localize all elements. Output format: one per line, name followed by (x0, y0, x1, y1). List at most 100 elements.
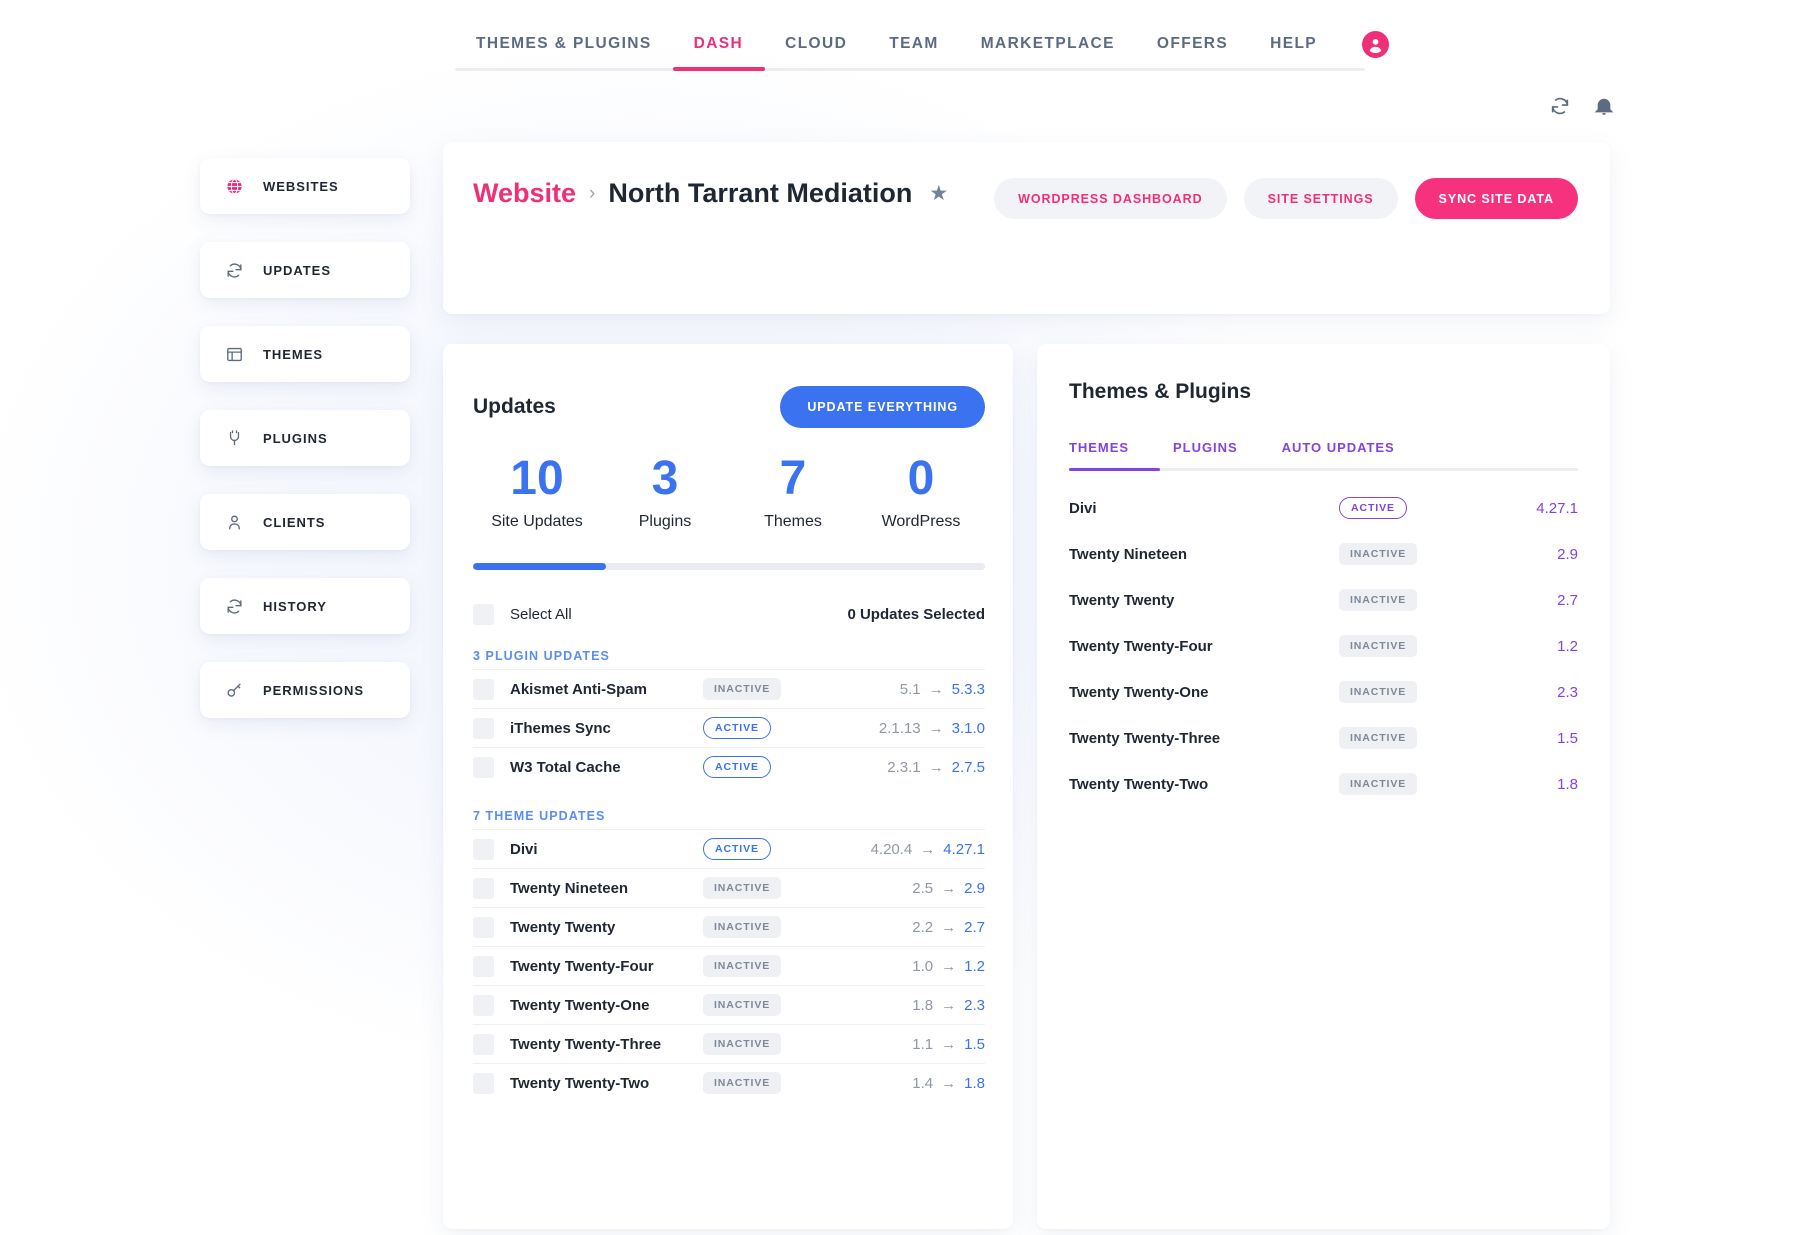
arrow-icon: → (941, 958, 956, 975)
version-old: 5.1 (900, 681, 921, 698)
row-checkbox[interactable] (473, 839, 494, 860)
update-everything-button[interactable]: UPDATE EVERYTHING (780, 386, 985, 428)
top-nav-divider (455, 68, 1365, 71)
row-checkbox[interactable] (473, 718, 494, 739)
sync-icon[interactable] (1549, 95, 1571, 122)
arrow-icon: → (941, 919, 956, 936)
nav-item-team[interactable]: TEAM (868, 18, 960, 70)
updates-stats: 10Site Updates3Plugins7Themes0WordPress (473, 454, 985, 531)
select-all-checkbox[interactable] (473, 604, 494, 625)
update-row[interactable]: Twenty Twenty-OneINACTIVE1.8→2.3 (473, 985, 985, 1024)
wordpress-dashboard-button[interactable]: WORDPRESS DASHBOARD (994, 178, 1227, 219)
row-checkbox[interactable] (473, 757, 494, 778)
version-old: 4.20.4 (871, 841, 913, 858)
stat-plugins: 3Plugins (601, 454, 729, 531)
row-checkbox[interactable] (473, 1034, 494, 1055)
version-change: 1.1→1.5 (912, 1036, 985, 1053)
arrow-icon: → (929, 759, 944, 776)
row-checkbox[interactable] (473, 995, 494, 1016)
item-name: Twenty Nineteen (1069, 546, 1339, 563)
stat-site-updates: 10Site Updates (473, 454, 601, 531)
sidebar-item-clients[interactable]: CLIENTS (200, 494, 410, 550)
select-all-label: Select All (510, 606, 572, 623)
version-new: 1.2 (964, 958, 985, 975)
update-row[interactable]: W3 Total CacheACTIVE2.3.1→2.7.5 (473, 747, 985, 786)
nav-item-themes-plugins[interactable]: THEMES & PLUGINS (455, 18, 673, 70)
row-checkbox[interactable] (473, 956, 494, 977)
item-name: Twenty Twenty-One (1069, 684, 1339, 701)
sidebar-item-history[interactable]: HISTORY (200, 578, 410, 634)
globe-icon (224, 176, 244, 196)
status-badge: INACTIVE (1339, 681, 1417, 703)
theme-updates-list: DiviACTIVE4.20.4→4.27.1Twenty NineteenIN… (473, 829, 985, 1102)
stat-wordpress: 0WordPress (857, 454, 985, 531)
row-checkbox[interactable] (473, 1073, 494, 1094)
sidebar-item-plugins[interactable]: PLUGINS (200, 410, 410, 466)
version-new: 3.1.0 (952, 720, 985, 737)
version-new: 2.3 (964, 997, 985, 1014)
theme-updates-section-label: 7 THEME UPDATES (473, 809, 605, 823)
theme-row[interactable]: Twenty Twenty-OneINACTIVE 2.3 (1069, 669, 1578, 715)
version-label: 2.3 (1557, 684, 1578, 701)
user-circle-icon[interactable] (1362, 31, 1389, 58)
site-settings-button[interactable]: SITE SETTINGS (1244, 178, 1398, 219)
active-tab-indicator (1069, 468, 1160, 471)
version-new: 4.27.1 (943, 841, 985, 858)
updates-panel: Updates UPDATE EVERYTHING 10Site Updates… (443, 344, 1013, 1229)
arrow-icon: → (941, 1036, 956, 1053)
star-icon[interactable]: ★ (929, 181, 948, 206)
sync-site-data-button[interactable]: SYNC SITE DATA (1415, 178, 1578, 219)
stat-label: WordPress (857, 513, 985, 531)
theme-row[interactable]: Twenty NineteenINACTIVE2.9 (1069, 531, 1578, 577)
sidebar-item-permissions[interactable]: PERMISSIONS (200, 662, 410, 718)
sidebar-item-label: HISTORY (263, 599, 327, 614)
version-change: 2.3.1→2.7.5 (887, 759, 985, 776)
version-new: 1.8 (964, 1075, 985, 1092)
bell-icon[interactable] (1593, 95, 1615, 122)
breadcrumb-link-website[interactable]: Website (473, 178, 576, 209)
status-badge: INACTIVE (703, 1033, 781, 1055)
key-icon (224, 680, 244, 700)
update-row[interactable]: Twenty NineteenINACTIVE2.5→2.9 (473, 868, 985, 907)
theme-row[interactable]: Twenty Twenty-ThreeINACTIVE1.5 (1069, 715, 1578, 761)
update-row[interactable]: Akismet Anti-SpamINACTIVE5.1→5.3.3 (473, 669, 985, 708)
row-checkbox[interactable] (473, 917, 494, 938)
nav-item-cloud[interactable]: CLOUD (764, 18, 868, 70)
theme-row[interactable]: Twenty TwentyINACTIVE2.7 (1069, 577, 1578, 623)
arrow-icon: → (929, 720, 944, 737)
update-row[interactable]: Twenty Twenty-TwoINACTIVE1.4→1.8 (473, 1063, 985, 1102)
update-row[interactable]: Twenty Twenty-FourINACTIVE1.0→1.2 (473, 946, 985, 985)
select-all-row: Select All 0 Updates Selected (473, 594, 985, 634)
sidebar-item-websites[interactable]: WEBSITES (200, 158, 410, 214)
status-badge: INACTIVE (1339, 773, 1417, 795)
version-change: 1.4→1.8 (912, 1075, 985, 1092)
nav-item-dash[interactable]: DASH (673, 18, 765, 70)
row-checkbox[interactable] (473, 679, 494, 700)
sidebar-item-themes[interactable]: THEMES (200, 326, 410, 382)
stat-themes: 7Themes (729, 454, 857, 531)
sidebar-item-updates[interactable]: UPDATES (200, 242, 410, 298)
plug-icon (224, 428, 244, 448)
nav-item-help[interactable]: HELP (1249, 18, 1338, 70)
theme-row[interactable]: Twenty Twenty-FourINACTIVE1.2 (1069, 623, 1578, 669)
status-badge: INACTIVE (703, 916, 781, 938)
theme-row[interactable]: Twenty Twenty-TwoINACTIVE1.8 (1069, 761, 1578, 807)
version-label: 1.2 (1557, 638, 1578, 655)
item-name: Twenty Twenty-Two (510, 1075, 703, 1092)
tab-themes[interactable]: THEMES (1069, 440, 1151, 468)
tab-auto-updates[interactable]: AUTO UPDATES (1260, 440, 1417, 468)
update-row[interactable]: DiviACTIVE4.20.4→4.27.1 (473, 829, 985, 868)
tab-plugins[interactable]: PLUGINS (1151, 440, 1260, 468)
arrow-icon: → (941, 1075, 956, 1092)
themes-plugins-title: Themes & Plugins (1069, 380, 1251, 404)
row-checkbox[interactable] (473, 878, 494, 899)
top-navigation: THEMES & PLUGINSDASHCLOUDTEAMMARKETPLACE… (455, 18, 1365, 70)
update-row[interactable]: iThemes SyncACTIVE2.1.13→3.1.0 (473, 708, 985, 747)
update-row[interactable]: Twenty TwentyINACTIVE2.2→2.7 (473, 907, 985, 946)
theme-row[interactable]: DiviACTIVE4.27.1 (1069, 485, 1578, 531)
update-row[interactable]: Twenty Twenty-ThreeINACTIVE1.1→1.5 (473, 1024, 985, 1063)
status-badge: INACTIVE (1339, 635, 1417, 657)
updates-panel-header: Updates UPDATE EVERYTHING (473, 386, 985, 428)
nav-item-marketplace[interactable]: MARKETPLACE (960, 18, 1136, 70)
nav-item-offers[interactable]: OFFERS (1136, 18, 1249, 70)
